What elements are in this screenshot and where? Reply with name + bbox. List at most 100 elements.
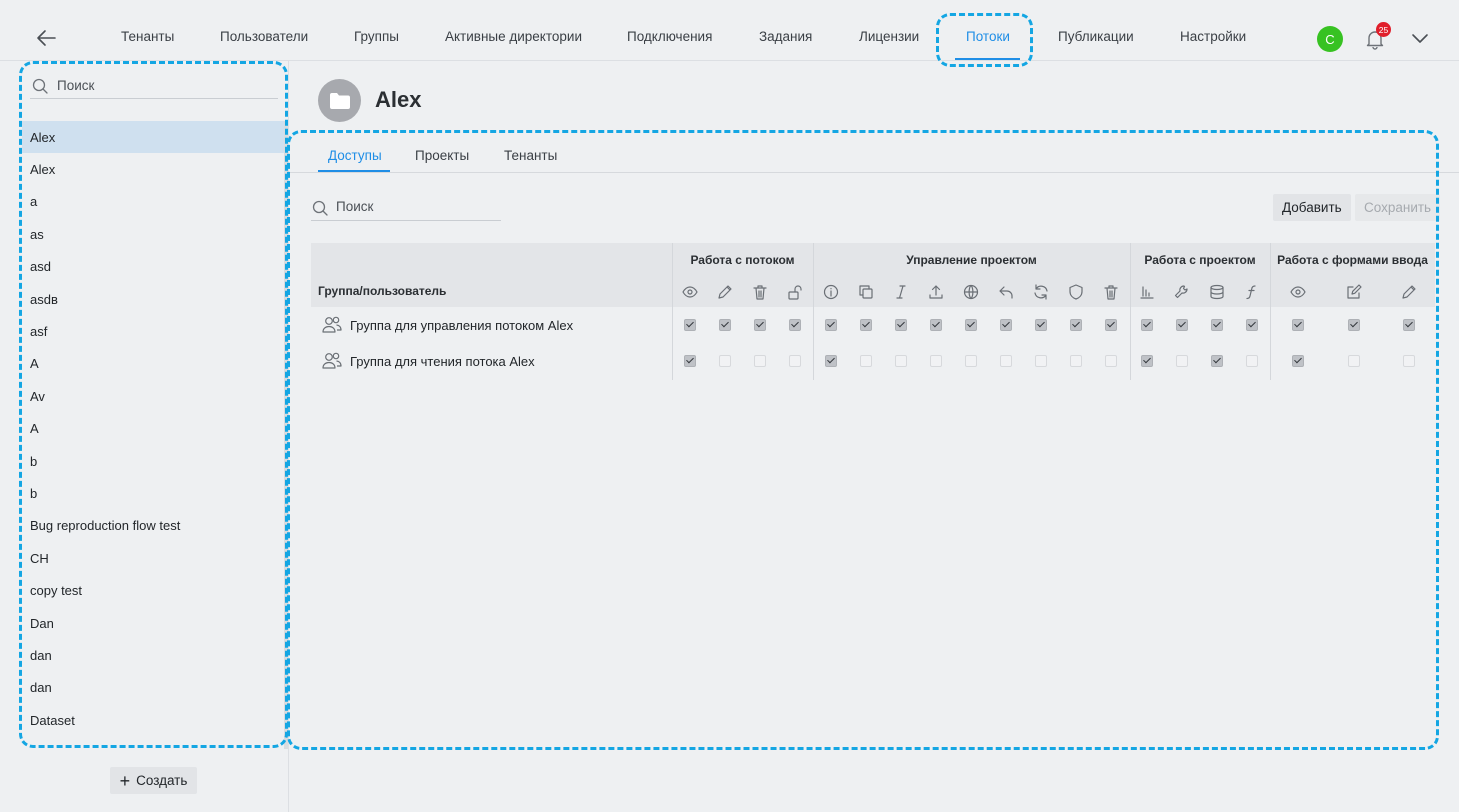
database-icon (1208, 283, 1226, 301)
bar-chart-icon (1138, 283, 1156, 301)
eye-icon (681, 283, 699, 301)
permission-checkbox[interactable] (1035, 319, 1047, 331)
user-avatar[interactable]: C (1317, 26, 1343, 52)
permission-checkbox[interactable] (1176, 355, 1188, 367)
create-button[interactable]: + Создать (110, 767, 197, 794)
nav-item-flows[interactable]: Потоки (966, 29, 1010, 44)
tab-projects[interactable]: Проекты (415, 148, 469, 163)
page-title: Alex (375, 87, 422, 112)
table-row: Группа для чтения потока Alex (311, 343, 1435, 379)
list-item[interactable]: Dataset (22, 704, 284, 736)
plus-icon: + (119, 770, 131, 791)
permission-checkbox[interactable] (1403, 319, 1415, 331)
active-nav-indicator (955, 58, 1020, 60)
unlock-icon (786, 283, 804, 301)
add-button[interactable]: Добавить (1273, 194, 1351, 221)
permission-checkbox[interactable] (965, 319, 977, 331)
permission-checkbox[interactable] (930, 355, 942, 367)
permission-checkbox[interactable] (825, 355, 837, 367)
nav-item-groups[interactable]: Группы (354, 29, 399, 44)
permission-checkbox[interactable] (895, 355, 907, 367)
nav-item-connections[interactable]: Подключения (627, 29, 712, 44)
permission-checkbox[interactable] (719, 319, 731, 331)
list-item[interactable]: Av (22, 380, 284, 412)
permission-checkbox[interactable] (1070, 355, 1082, 367)
permission-checkbox[interactable] (719, 355, 731, 367)
permission-checkbox[interactable] (1105, 355, 1117, 367)
permission-checkbox[interactable] (789, 355, 801, 367)
list-item[interactable]: asd (22, 251, 284, 283)
list-item[interactable]: a (22, 186, 284, 218)
nav-item-jobs[interactable]: Задания (759, 29, 812, 44)
permission-checkbox[interactable] (860, 355, 872, 367)
table-row: Группа для управления потоком Alex (311, 307, 1435, 343)
users-group-icon (321, 315, 343, 335)
permission-checkbox[interactable] (1246, 355, 1258, 367)
nav-item-publications[interactable]: Публикации (1058, 29, 1134, 44)
list-item[interactable]: Dan (22, 607, 284, 639)
highlight-main-panel (287, 130, 1439, 750)
nav-item-active-directories[interactable]: Активные директории (445, 29, 582, 44)
info-icon (822, 283, 840, 301)
permission-checkbox[interactable] (789, 319, 801, 331)
search-icon (312, 200, 328, 216)
permission-checkbox[interactable] (1292, 355, 1304, 367)
permission-checkbox[interactable] (1403, 355, 1415, 367)
permission-checkbox[interactable] (1035, 355, 1047, 367)
tab-access[interactable]: Доступы (328, 148, 382, 163)
permission-checkbox[interactable] (1211, 319, 1223, 331)
list-item[interactable]: copy test (22, 574, 284, 606)
list-item[interactable]: dan (22, 672, 284, 704)
row-label: Группа для управления потоком Alex (350, 318, 574, 333)
permission-checkbox[interactable] (930, 319, 942, 331)
list-item[interactable]: b (22, 445, 284, 477)
sidebar-search-input[interactable] (57, 77, 267, 93)
list-item[interactable]: asdв (22, 283, 284, 315)
nav-item-users[interactable]: Пользователи (220, 29, 308, 44)
list-item[interactable]: Alex (22, 153, 284, 185)
permissions-search-input[interactable] (336, 199, 496, 214)
nav-item-settings[interactable]: Настройки (1180, 29, 1246, 44)
permission-checkbox[interactable] (965, 355, 977, 367)
permission-checkbox[interactable] (1000, 355, 1012, 367)
permission-checkbox[interactable] (1000, 319, 1012, 331)
list-item[interactable]: asf (22, 315, 284, 347)
tab-tenants[interactable]: Тенанты (504, 148, 557, 163)
column-header-group-user: Группа/пользователь (318, 284, 447, 298)
group-header: Работа с формами ввода (1277, 253, 1428, 267)
list-item[interactable]: A (22, 413, 284, 445)
group-header: Работа с потоком (690, 253, 795, 267)
permission-checkbox[interactable] (1105, 319, 1117, 331)
back-arrow-icon[interactable] (34, 26, 58, 50)
tabs-divider (289, 172, 1459, 173)
permission-checkbox[interactable] (1211, 355, 1223, 367)
permission-checkbox[interactable] (1141, 355, 1153, 367)
permission-checkbox[interactable] (1176, 319, 1188, 331)
permission-checkbox[interactable] (825, 319, 837, 331)
permission-checkbox[interactable] (1348, 319, 1360, 331)
nav-item-tenants[interactable]: Тенанты (121, 29, 174, 44)
list-item[interactable]: Bug reproduction flow test (22, 510, 284, 542)
list-item[interactable]: b (22, 477, 284, 509)
save-button[interactable]: Сохранить (1355, 194, 1441, 221)
permission-checkbox[interactable] (754, 355, 766, 367)
list-item[interactable]: CH (22, 542, 284, 574)
sidebar-scrollbar[interactable] (284, 121, 288, 749)
permission-checkbox[interactable] (1246, 319, 1258, 331)
list-item[interactable]: as (22, 218, 284, 250)
italic-icon (892, 283, 910, 301)
permission-checkbox[interactable] (1141, 319, 1153, 331)
permission-checkbox[interactable] (1292, 319, 1304, 331)
permission-checkbox[interactable] (1070, 319, 1082, 331)
permission-checkbox[interactable] (684, 355, 696, 367)
nav-item-licenses[interactable]: Лицензии (859, 29, 919, 44)
list-item[interactable]: dan (22, 639, 284, 671)
list-item[interactable]: А (22, 348, 284, 380)
list-item[interactable]: Alex (22, 121, 284, 154)
permission-checkbox[interactable] (754, 319, 766, 331)
permission-checkbox[interactable] (684, 319, 696, 331)
permission-checkbox[interactable] (860, 319, 872, 331)
chevron-down-icon[interactable] (1409, 29, 1431, 47)
permission-checkbox[interactable] (1348, 355, 1360, 367)
permission-checkbox[interactable] (895, 319, 907, 331)
